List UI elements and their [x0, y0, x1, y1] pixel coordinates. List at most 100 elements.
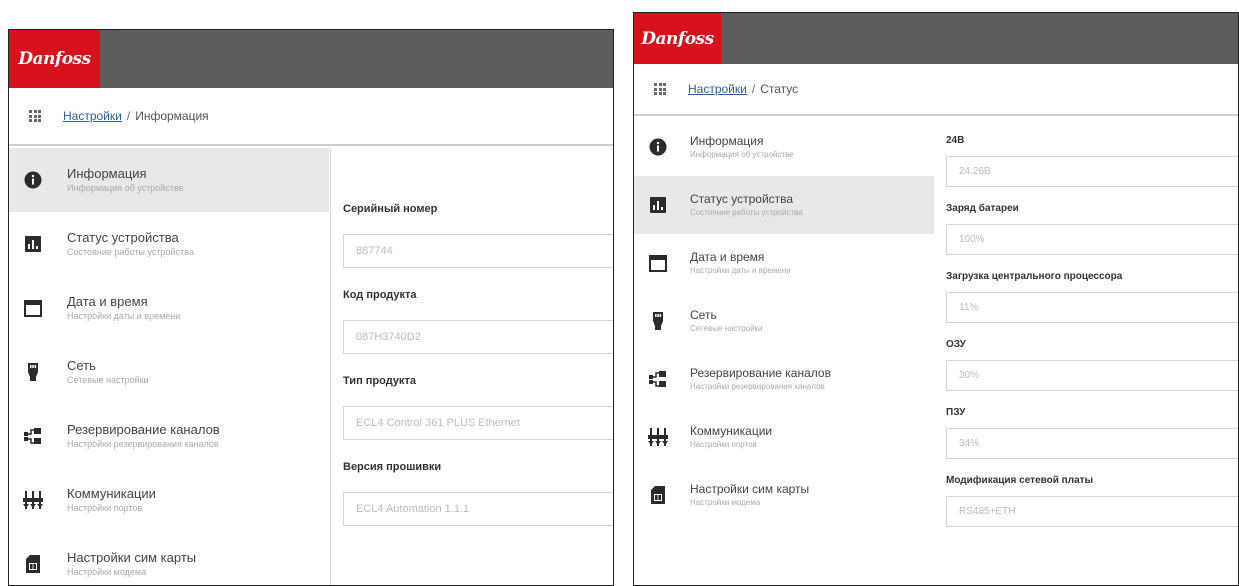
sidebar-item-subtitle: Состояние работы устройства [67, 247, 194, 257]
readonly-field: 087H3740D2 [343, 320, 613, 354]
sidebar-item-text: Информация Информация об устройстве [67, 166, 184, 194]
field-label: Код продукта [343, 289, 417, 301]
network-icon [23, 362, 43, 382]
breadcrumb-current: Информация [135, 109, 209, 123]
network-icon [648, 311, 668, 331]
channels-icon [23, 426, 43, 446]
sidebar-item-text: Дата и время Настройки даты и времени [690, 249, 791, 277]
settings-info-window: Danfoss Настройки / Информация Информаци… [8, 29, 614, 586]
readonly-field: 887744 [343, 234, 613, 268]
sidebar-item-chart[interactable]: Статус устройства Состояние работы устрой… [9, 212, 329, 276]
sidebar-item-text: Статус устройства Состояние работы устрой… [67, 230, 194, 258]
sidebar-item-chart[interactable]: Статус устройства Состояние работы устрой… [634, 176, 934, 234]
field-label: ОЗУ [946, 338, 966, 350]
sidebar-item-sim[interactable]: Настройки сим карты Настройки модема [9, 532, 329, 585]
sidebar-item-title: Сеть [690, 308, 717, 322]
sidebar-item-info[interactable]: Информация Информация об устройстве [634, 118, 934, 176]
field-label: Модификация сетевой платы [946, 474, 1094, 486]
app-header: Danfoss [9, 30, 613, 88]
sidebar-item-text: Информация Информация об устройстве [690, 133, 794, 161]
breadcrumb-separator: / [126, 109, 131, 123]
breadcrumb: Настройки / Статус [634, 64, 1238, 116]
sim-icon [648, 485, 668, 505]
settings-status-window: Danfoss Настройки / Статус Информация Инф… [633, 12, 1239, 586]
sidebar-item-network[interactable]: Сеть Сетевые настройки [634, 292, 934, 350]
sidebar-item-text: Дата и время Настройки даты и времени [67, 294, 180, 322]
readonly-field: 100% [946, 224, 1238, 255]
field-label: Загрузка центрального процессора [946, 270, 1123, 282]
calendar-icon [23, 298, 43, 318]
field-label: ПЗУ [946, 406, 966, 418]
sidebar-item-channels[interactable]: Резервирование каналов Настройки резервир… [634, 350, 934, 408]
sidebar-item-subtitle: Информация об устройстве [67, 183, 184, 193]
sidebar-item-subtitle: Сетевые настройки [690, 324, 763, 333]
sim-icon [23, 554, 43, 574]
sidebar-item-text: Коммуникации Настройки портов [690, 423, 772, 451]
sidebar-item-subtitle: Информация об устройстве [690, 150, 794, 159]
settings-sidebar: Информация Информация об устройстве Статус… [9, 148, 329, 585]
readonly-field: 30% [946, 360, 1238, 391]
sidebar-item-subtitle: Сетевые настройки [67, 375, 149, 385]
sidebar-item-title: Статус устройства [690, 192, 794, 206]
status-content: 24В 24.26В Заряд батареи 100% Загрузка центр… [935, 118, 1238, 585]
field-label: Серийный номер [343, 203, 438, 215]
channels-icon [648, 369, 668, 389]
sidebar-item-title: Информация [690, 134, 764, 148]
sidebar-item-network[interactable]: Сеть Сетевые настройки [9, 340, 329, 404]
apps-grid-icon[interactable] [654, 83, 666, 95]
chart-icon [23, 234, 43, 254]
readonly-field: ECL4 Control 361 PLUS Ethernet [343, 406, 613, 440]
sidebar-item-title: Настройки сим карты [67, 550, 197, 565]
sidebar-item-subtitle: Настройки резервирования каналов [690, 382, 825, 391]
field-label: 24В [946, 134, 965, 146]
chart-icon [648, 195, 668, 215]
sidebar-item-subtitle: Настройки портов [690, 440, 757, 449]
sidebar-item-subtitle: Настройки модема [690, 498, 761, 507]
apps-grid-icon[interactable] [29, 110, 41, 122]
sidebar-item-title: Коммуникации [690, 424, 773, 438]
sidebar-item-channels[interactable]: Резервирование каналов Настройки резервир… [9, 404, 329, 468]
sidebar-item-title: Дата и время [67, 294, 148, 309]
logo-text: Danfoss [18, 49, 91, 69]
sidebar-item-text: Резервирование каналов Настройки резервир… [67, 422, 220, 450]
readonly-field: 11% [946, 292, 1238, 323]
app-header: Danfoss [634, 13, 1238, 64]
info-content: Серийный номер 887744 Код продукта 087H3740… [330, 148, 613, 585]
readonly-field: 34% [946, 428, 1238, 459]
sidebar-item-subtitle: Состояние работы устройства [690, 208, 803, 217]
sidebar-item-title: Сеть [67, 358, 96, 373]
sidebar-item-text: Настройки сим карты Настройки модема [67, 550, 196, 578]
calendar-icon [648, 253, 668, 273]
sidebar-item-subtitle: Настройки модема [67, 567, 147, 577]
breadcrumb-settings-link[interactable]: Настройки [63, 109, 122, 123]
sidebar-item-subtitle: Настройки портов [67, 503, 143, 513]
sidebar-item-title: Резервирование каналов [690, 366, 831, 380]
settings-sidebar: Информация Информация об устройстве Статус… [634, 118, 934, 585]
sidebar-item-info[interactable]: Информация Информация об устройстве [9, 148, 329, 212]
sidebar-item-text: Сеть Сетевые настройки [67, 358, 149, 386]
sidebar-item-text: Коммуникации Настройки портов [67, 486, 156, 514]
sidebar-item-ports[interactable]: Коммуникации Настройки портов [634, 408, 934, 466]
danfoss-logo[interactable]: Danfoss [634, 13, 721, 64]
sidebar-item-ports[interactable]: Коммуникации Настройки портов [9, 468, 329, 532]
sidebar-item-subtitle: Настройки даты и времени [690, 266, 791, 275]
readonly-field: 24.26В [946, 156, 1238, 187]
field-label: Заряд батареи [946, 202, 1019, 214]
breadcrumb-current: Статус [760, 82, 799, 96]
sidebar-item-text: Статус устройства Состояние работы устрой… [690, 191, 803, 219]
sidebar-item-text: Настройки сим карты Настройки модема [690, 481, 809, 509]
sidebar-item-title: Дата и время [690, 250, 765, 264]
sidebar-item-calendar[interactable]: Дата и время Настройки даты и времени [9, 276, 329, 340]
breadcrumb-separator: / [751, 82, 756, 96]
info-icon [648, 137, 668, 157]
sidebar-item-title: Настройки сим карты [690, 482, 810, 496]
sidebar-item-text: Сеть Сетевые настройки [690, 307, 763, 335]
sidebar-item-sim[interactable]: Настройки сим карты Настройки модема [634, 466, 934, 524]
breadcrumb: Настройки / Информация [9, 88, 613, 146]
breadcrumb-settings-link[interactable]: Настройки [688, 82, 747, 96]
sidebar-item-title: Коммуникации [67, 486, 156, 501]
danfoss-logo[interactable]: Danfoss [9, 30, 100, 88]
sidebar-item-calendar[interactable]: Дата и время Настройки даты и времени [634, 234, 934, 292]
logo-text: Danfoss [641, 28, 714, 49]
sidebar-item-title: Статус устройства [67, 230, 179, 245]
